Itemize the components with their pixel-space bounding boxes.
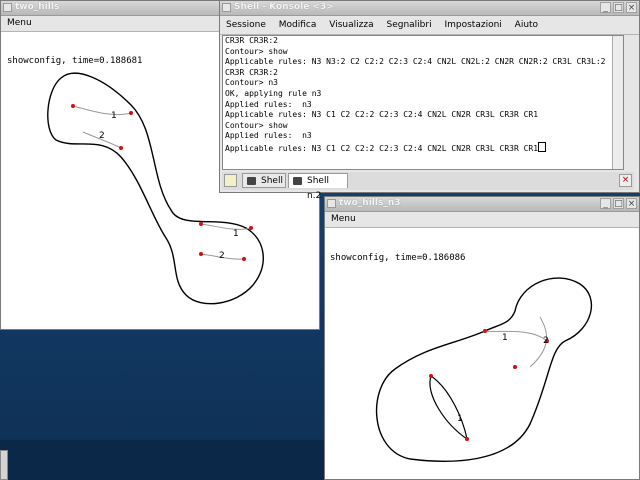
terminal-icon: [247, 177, 256, 185]
menu-button[interactable]: Menu: [331, 214, 356, 224]
terminal-line: Contour> show: [225, 120, 288, 130]
curve-label: 2: [543, 336, 549, 346]
contour-point: [129, 111, 133, 115]
terminal-line: CR3R CR3R:2: [225, 67, 278, 77]
contour-canvas: 1 2 1: [375, 277, 593, 462]
maximize-button[interactable]: □: [613, 2, 624, 13]
menu-impostazioni[interactable]: Impostazioni: [444, 20, 501, 30]
two-hills-n3-titlebar[interactable]: two_hills_n3 _ □ ×: [325, 197, 639, 212]
curve-label: 2: [99, 131, 105, 141]
window-title: two_hills: [15, 2, 60, 12]
contour-point: [249, 226, 253, 230]
minimize-button[interactable]: _: [600, 198, 611, 209]
neck-curve-upper: [72, 105, 132, 116]
terminal-scrollbar[interactable]: [612, 36, 623, 169]
curve-label: 1: [111, 111, 117, 121]
inner-curve: [429, 375, 468, 441]
contour-point: [242, 257, 246, 261]
contour-point: [429, 374, 433, 378]
window-title: Shell - Konsole <3>: [234, 2, 334, 12]
konsole-window: Shell - Konsole <3> _ □ × Sessione Modif…: [219, 0, 640, 201]
contour-point: [199, 252, 203, 256]
taskbar-edge-button[interactable]: [0, 450, 8, 480]
terminal-prompt: Applicable rules: N3 C1 C2 C2:2 C2:3 C2:…: [225, 143, 539, 153]
contour-point: [199, 222, 203, 226]
konsole-menubar: Sessione Modifica Visualizza Segnalibri …: [220, 16, 639, 35]
window-icon[interactable]: [327, 199, 336, 208]
menu-modifica[interactable]: Modifica: [279, 20, 317, 30]
terminal-line: Applicable rules: N3 C1 C2 C2:2 C2:3 C2:…: [225, 110, 539, 120]
new-tab-button[interactable]: [224, 174, 237, 187]
terminal-line: Applied rules: n3: [225, 131, 312, 141]
menu-visualizza[interactable]: Visualizza: [329, 20, 373, 30]
curve-label: 1: [233, 229, 239, 239]
terminal-line: Applicable rules: N3 N3:2 C2 C2:2 C2:3 C…: [225, 57, 606, 67]
contour-point: [513, 365, 517, 369]
tab-shell[interactable]: Shell: [242, 173, 286, 188]
minimize-button[interactable]: _: [600, 2, 611, 13]
window-title: two_hills_n3: [339, 198, 401, 208]
contour-point: [119, 146, 123, 150]
contour-point: [465, 437, 469, 441]
terminal-line: CR3R CR3R:2: [225, 36, 278, 45]
menu-button[interactable]: Menu: [7, 18, 32, 28]
terminal-cursor: [538, 141, 547, 152]
terminal-line: Applied rules: n3: [225, 99, 312, 109]
curve-label: 1: [457, 414, 463, 424]
window-buttons: _ □ ×: [600, 198, 637, 209]
konsole-titlebar[interactable]: Shell - Konsole <3> _ □ ×: [220, 1, 639, 16]
terminal-prompt-line: Applicable rules: N3 C1 C2 C2:2 C2:3 C2:…: [223, 141, 623, 155]
terminal-icon: [293, 177, 302, 185]
two-hills-n3-window: two_hills_n3 _ □ × Menu showconfig, time…: [324, 196, 640, 480]
terminal-area[interactable]: CR3R CR3R:2 Contour> show Applicable rul…: [222, 35, 624, 170]
terminal-line: Contour> n3: [225, 78, 278, 88]
contour-point: [483, 329, 487, 333]
window-icon[interactable]: [222, 3, 231, 12]
contour-outline: [375, 277, 593, 462]
curve-label: 2: [219, 251, 225, 261]
terminal-line: Contour> show: [225, 46, 288, 56]
window-icon[interactable]: [3, 3, 12, 12]
tab-bar: Shell Shell n.2 ×: [222, 172, 634, 201]
close-button[interactable]: ×: [626, 198, 637, 209]
close-button[interactable]: ×: [626, 2, 637, 13]
window-buttons: _ □ ×: [600, 2, 637, 13]
tab-label: Shell: [261, 176, 283, 186]
menu-aiuto[interactable]: Aiuto: [515, 20, 538, 30]
neck-curve: [484, 330, 548, 342]
tab-shell-n2[interactable]: Shell n.2: [288, 173, 348, 201]
menu-segnalibri[interactable]: Segnalibri: [386, 20, 431, 30]
terminal-line: OK, applying rule n3: [225, 88, 322, 98]
close-tab-button[interactable]: ×: [619, 174, 632, 187]
two-hills-n3-menubar: Menu: [325, 212, 639, 228]
menu-sessione[interactable]: Sessione: [226, 20, 266, 30]
contour-point: [71, 104, 75, 108]
curve-label: 1: [502, 333, 508, 343]
maximize-button[interactable]: □: [613, 198, 624, 209]
